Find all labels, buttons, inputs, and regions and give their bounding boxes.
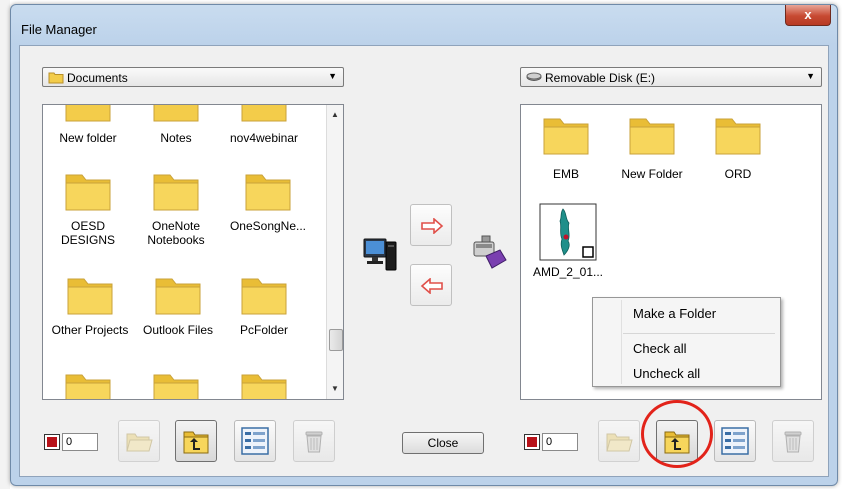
open-folder-icon xyxy=(126,433,153,452)
folder-icon xyxy=(241,105,287,122)
checkbox-icon[interactable] xyxy=(44,434,60,450)
folder-icon xyxy=(65,174,111,211)
folder-item[interactable]: Notes xyxy=(133,105,219,145)
right-location-dropdown[interactable]: Removable Disk (E:) ▼ xyxy=(520,67,822,87)
context-menu: Make a Folder Check all Uncheck all xyxy=(592,297,781,387)
folder-label: nov4webinar xyxy=(229,131,299,145)
background-window-strip xyxy=(0,0,10,489)
file-item[interactable]: AMD_2_01... xyxy=(523,203,613,279)
arrow-left-icon xyxy=(420,278,443,294)
usb-drive-icon xyxy=(468,232,508,275)
left-check-counter[interactable]: 0 xyxy=(44,432,100,452)
left-delete-button[interactable] xyxy=(293,420,335,462)
folder-item[interactable]: OneSongNe... xyxy=(221,167,315,233)
folder-icon xyxy=(153,105,199,122)
folder-item[interactable] xyxy=(45,367,131,399)
folder-item[interactable] xyxy=(221,367,307,399)
folder-label: Outlook Files xyxy=(142,323,214,337)
folder-icon xyxy=(241,374,287,399)
left-details-view-button[interactable] xyxy=(234,420,276,462)
copy-right-button[interactable] xyxy=(410,204,452,246)
left-location-label: Documents xyxy=(67,71,128,85)
left-location-dropdown[interactable]: Documents ▼ xyxy=(42,67,344,87)
folder-item[interactable]: Other Projects xyxy=(45,271,135,337)
chevron-down-icon: ▼ xyxy=(328,71,337,81)
folder-label: Other Projects xyxy=(51,323,129,337)
folder-icon xyxy=(629,118,675,155)
open-folder-icon xyxy=(606,433,633,452)
menu-item-make-folder[interactable]: Make a Folder xyxy=(633,306,716,321)
scrollbar-thumb[interactable] xyxy=(329,329,343,351)
folder-item[interactable]: Outlook Files xyxy=(135,271,221,337)
left-file-list[interactable]: New folder Notes nov4webinar OESD DESIGN… xyxy=(42,104,344,400)
copy-left-button[interactable] xyxy=(410,264,452,306)
drive-icon xyxy=(526,71,542,87)
trash-icon xyxy=(305,431,323,453)
folder-label: OneSongNe... xyxy=(229,219,307,233)
left-checked-count: 0 xyxy=(62,433,98,451)
scroll-up-arrow-icon[interactable]: ▲ xyxy=(327,107,343,123)
title-bar[interactable]: File Manager x xyxy=(11,5,837,45)
arrow-right-icon xyxy=(421,218,444,234)
folder-item[interactable]: New folder xyxy=(45,105,131,145)
computer-icon xyxy=(362,236,398,277)
folder-icon xyxy=(715,118,761,155)
left-parent-folder-button[interactable] xyxy=(175,420,217,462)
folder-icon xyxy=(153,374,199,399)
right-check-counter[interactable]: 0 xyxy=(524,432,580,452)
folder-icon xyxy=(65,105,111,122)
left-open-folder-button[interactable] xyxy=(118,420,160,462)
up-folder-icon xyxy=(183,431,209,454)
folder-item[interactable]: ORD xyxy=(695,111,781,181)
close-button[interactable]: Close xyxy=(402,432,484,454)
details-view-icon xyxy=(721,427,749,455)
chevron-down-icon: ▼ xyxy=(806,71,815,81)
file-label: AMD_2_01... xyxy=(532,265,604,279)
folder-label: New folder xyxy=(59,131,117,145)
right-delete-button[interactable] xyxy=(772,420,814,462)
trash-icon xyxy=(784,431,802,453)
folder-icon xyxy=(48,71,64,87)
folder-icon xyxy=(245,174,291,211)
right-checked-count: 0 xyxy=(542,433,578,451)
folder-label: PcFolder xyxy=(239,323,289,337)
checkbox-icon[interactable] xyxy=(524,434,540,450)
folder-icon xyxy=(65,374,111,399)
details-view-icon xyxy=(241,427,269,455)
folder-label: OESD DESIGNS xyxy=(60,219,115,247)
right-open-folder-button[interactable] xyxy=(598,420,640,462)
folder-label: Notes xyxy=(160,131,192,145)
folder-item[interactable] xyxy=(133,367,219,399)
menu-item-check-all[interactable]: Check all xyxy=(633,341,686,356)
scroll-down-arrow-icon[interactable]: ▼ xyxy=(327,381,343,397)
menu-item-uncheck-all[interactable]: Uncheck all xyxy=(633,366,700,381)
menu-separator xyxy=(623,333,775,334)
folder-item[interactable]: OneNote Notebooks xyxy=(133,167,219,247)
folder-icon xyxy=(153,174,199,211)
folder-item[interactable]: New Folder xyxy=(609,111,695,181)
right-details-view-button[interactable] xyxy=(714,420,756,462)
window-close-button[interactable]: x xyxy=(785,5,831,26)
folder-item[interactable]: PcFolder xyxy=(221,271,307,337)
folder-label: EMB xyxy=(552,167,579,181)
folder-icon xyxy=(155,278,201,315)
left-vertical-scrollbar[interactable]: ▲ ▼ xyxy=(326,105,343,399)
file-manager-window: File Manager x Documents ▼ Removable Dis… xyxy=(10,4,838,486)
folder-icon xyxy=(543,118,589,155)
embroidery-file-icon xyxy=(539,203,597,261)
window-title: File Manager xyxy=(21,22,97,37)
folder-label: ORD xyxy=(724,167,752,181)
folder-item[interactable]: nov4webinar xyxy=(221,105,307,145)
folder-icon xyxy=(67,278,113,315)
annotation-highlight-circle xyxy=(641,400,713,468)
folder-icon xyxy=(241,278,287,315)
right-location-label: Removable Disk (E:) xyxy=(545,71,656,85)
menu-icon-column xyxy=(621,300,622,384)
folder-label: New Folder xyxy=(621,167,683,181)
folder-item[interactable]: OESD DESIGNS xyxy=(45,167,131,247)
folder-item[interactable]: EMB xyxy=(523,111,609,181)
folder-label: OneNote Notebooks xyxy=(147,219,205,247)
window-client-area: Documents ▼ Removable Disk (E:) ▼ New fo… xyxy=(19,45,829,477)
